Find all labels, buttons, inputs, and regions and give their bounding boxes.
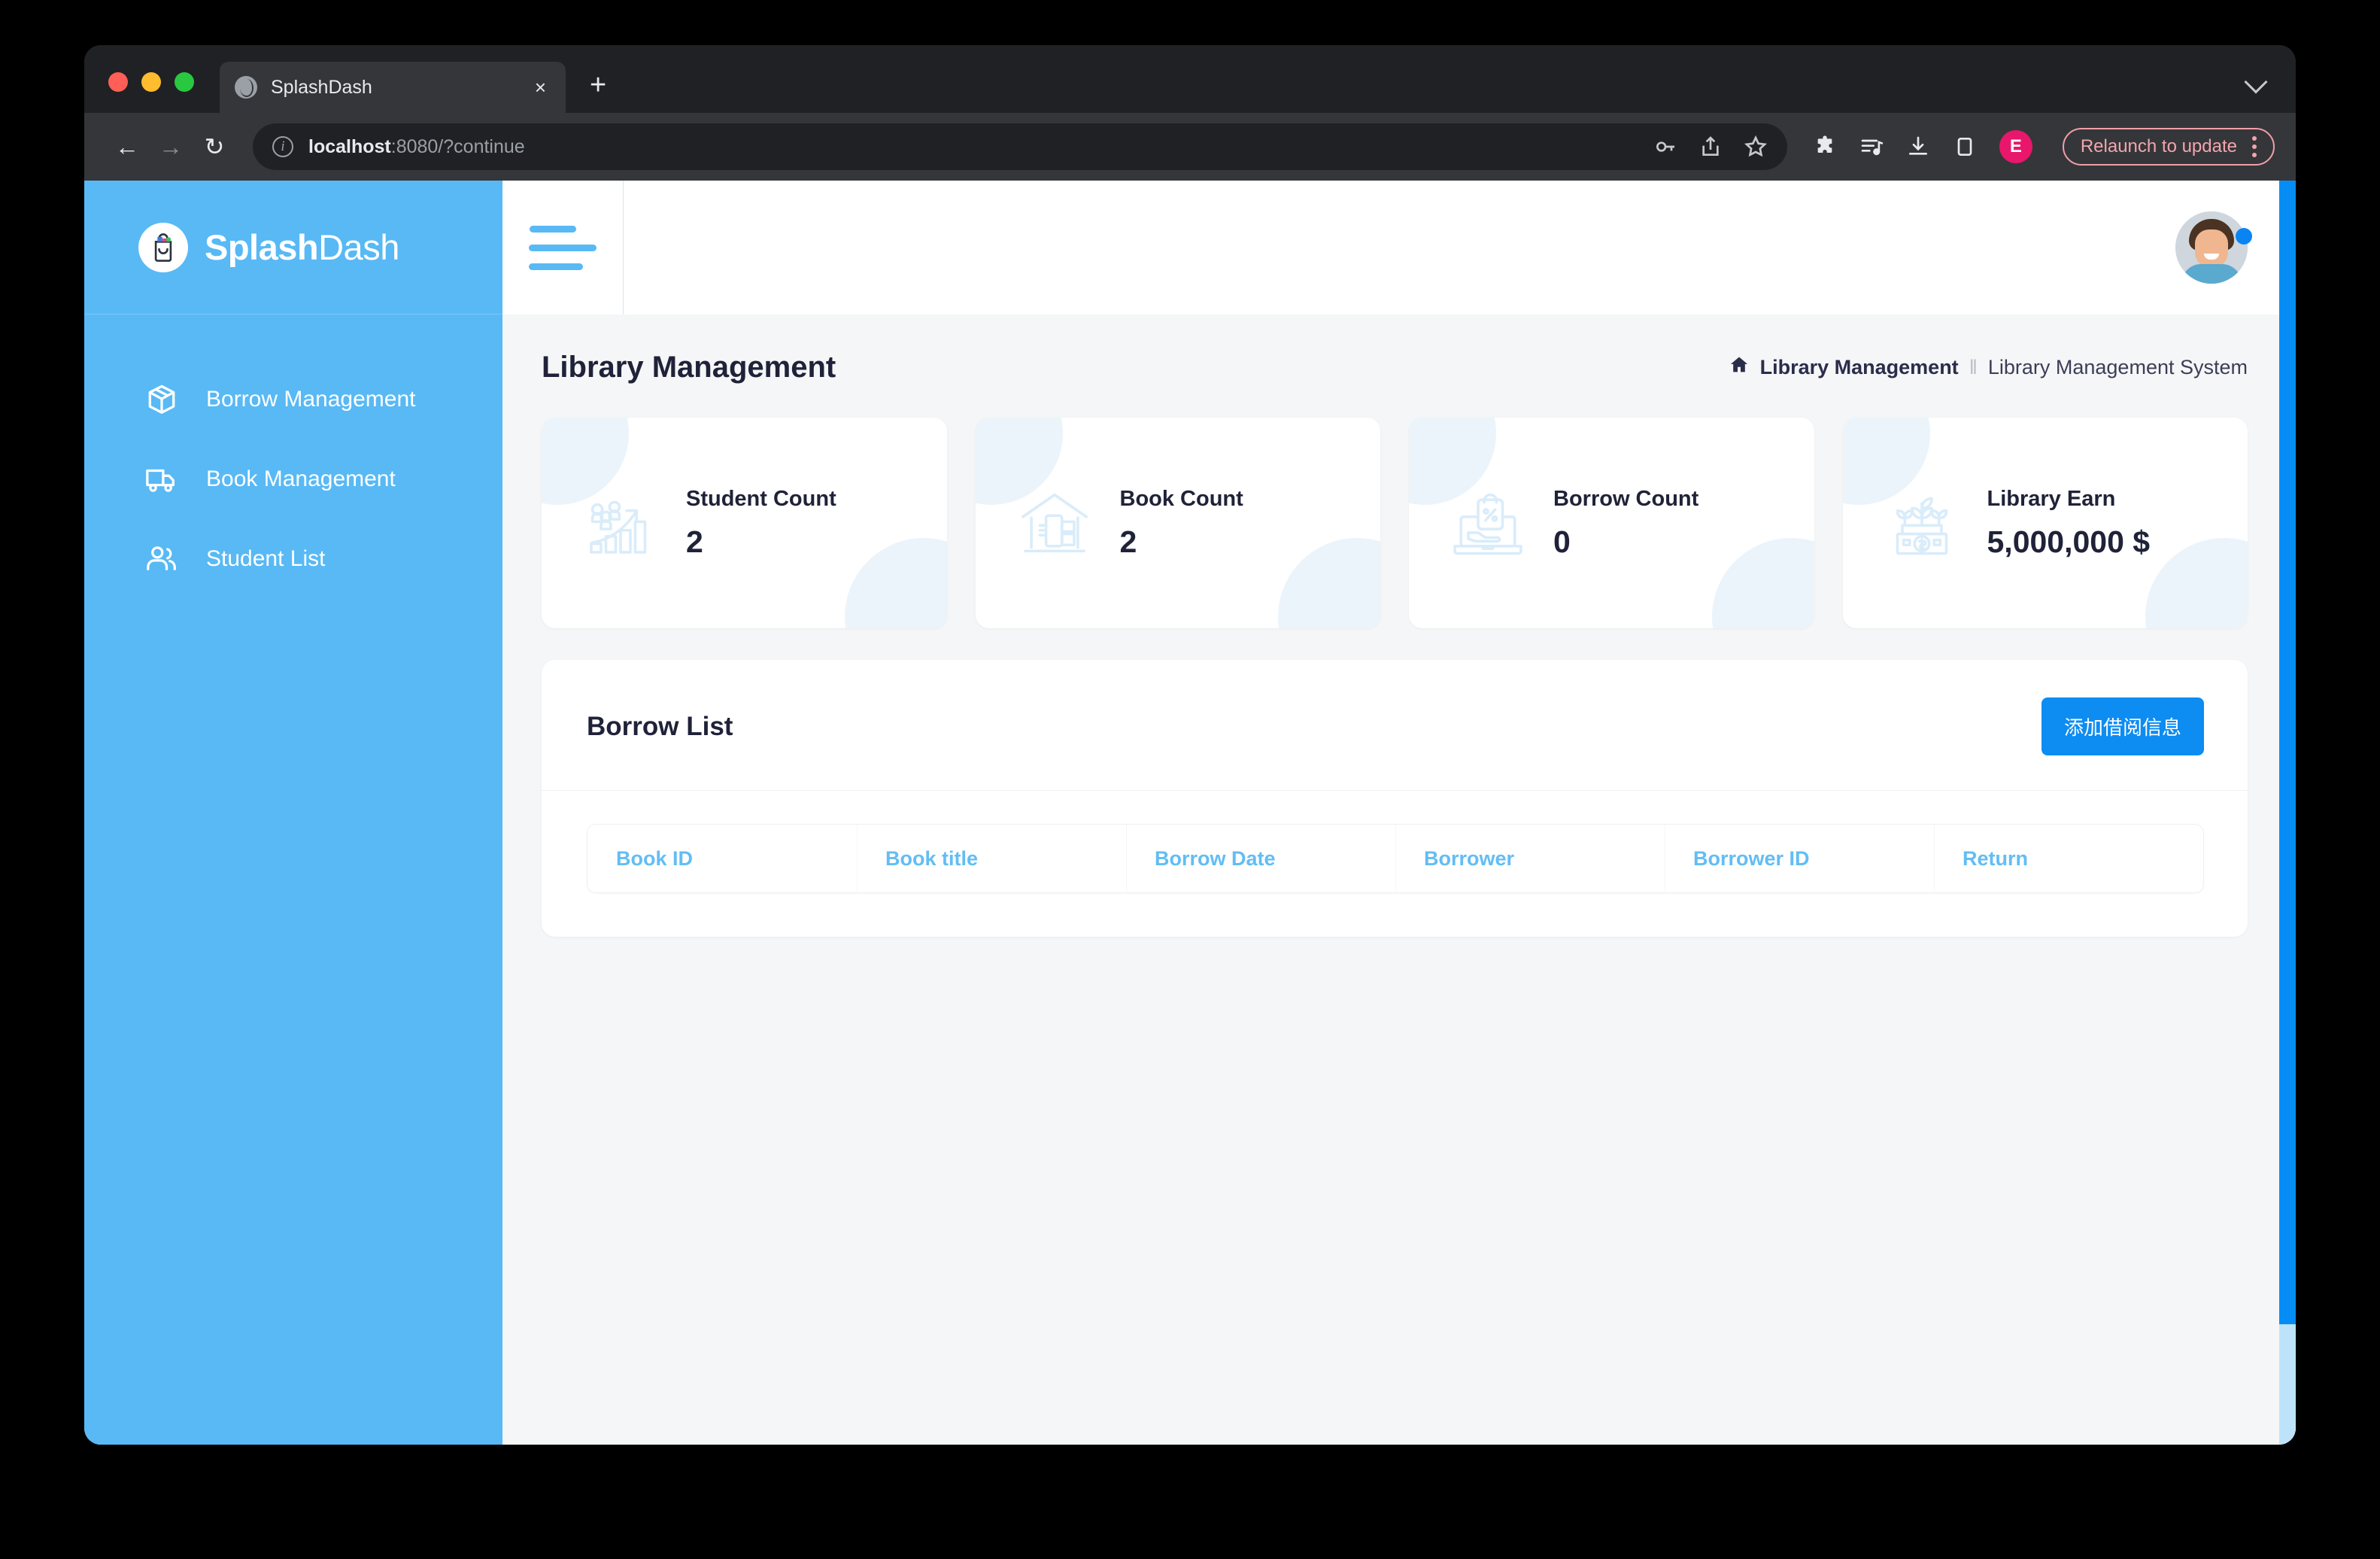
tab-strip: SplashDash × +: [84, 45, 2296, 113]
borrow-list-title: Borrow List: [587, 711, 733, 741]
sidebar-item-student-list[interactable]: Student List: [84, 519, 502, 599]
share-icon[interactable]: [1698, 135, 1723, 159]
download-icon[interactable]: [1906, 135, 1930, 159]
table-header-row: Book ID Book title Borrow Date Borrower …: [587, 824, 2204, 893]
window-controls[interactable]: [108, 72, 194, 92]
sidebar-item-label: Book Management: [206, 466, 396, 491]
stat-value: 5,000,000 $: [1987, 524, 2151, 559]
logo-light: Dash: [318, 227, 399, 267]
sidebar-item-borrow-management[interactable]: Borrow Management: [84, 360, 502, 439]
column-header-borrow-date[interactable]: Borrow Date: [1126, 825, 1395, 892]
stat-label: Library Earn: [1987, 486, 2116, 511]
page-viewport: SplashDash Borrow Management Book Manage…: [84, 181, 2296, 1445]
reading-list-icon[interactable]: [1859, 135, 1884, 159]
close-window-button[interactable]: [108, 72, 128, 92]
borrow-list-panel: Borrow List 添加借阅信息 Book ID Book title Bo…: [542, 660, 2248, 937]
breadcrumb-parent[interactable]: Library Management System: [1988, 356, 2248, 379]
breadcrumb-separator: ǁ: [1969, 356, 1978, 378]
sidebar-item-book-management[interactable]: Book Management: [84, 439, 502, 519]
reload-button[interactable]: ↻: [193, 132, 236, 161]
add-borrow-info-button[interactable]: 添加借阅信息: [2041, 697, 2204, 755]
globe-favicon-icon: [235, 76, 257, 99]
breadcrumb-current[interactable]: Library Management: [1760, 356, 1959, 379]
stat-label: Book Count: [1119, 486, 1243, 511]
topbar-divider: [623, 181, 624, 315]
app-topbar: [502, 181, 2296, 315]
stat-cards: Student Count 2 Book Count 2 Borrow Coun…: [542, 418, 2248, 628]
avatar[interactable]: [2175, 211, 2252, 284]
side-panel-icon[interactable]: [1953, 135, 1977, 159]
sidebar: SplashDash Borrow Management Book Manage…: [84, 181, 502, 1445]
laptop-shopping-bag-icon: [1439, 484, 1537, 562]
stat-label: Student Count: [686, 486, 836, 511]
stat-card-book-count: Book Count 2: [975, 418, 1380, 628]
new-tab-button[interactable]: +: [590, 71, 606, 99]
address-bar[interactable]: i localhost:8080/?continue: [253, 123, 1787, 170]
url-path: :8080/?continue: [390, 135, 525, 157]
tab-title: SplashDash: [271, 76, 372, 98]
stat-card-student-count: Student Count 2: [542, 418, 947, 628]
chrome-menu-icon[interactable]: [2252, 136, 2257, 157]
page-scrollbar[interactable]: [2279, 181, 2296, 1445]
avatar-image: [2175, 211, 2248, 284]
page-title: Library Management: [542, 351, 836, 384]
app-name: SplashDash: [205, 226, 399, 268]
browser-tab[interactable]: SplashDash ×: [220, 62, 566, 113]
main-area: Library Management Library Management ǁ …: [502, 181, 2296, 1445]
stat-card-library-earn: Library Earn 5,000,000 $: [1842, 418, 2248, 628]
toolbar-icons: E Relaunch to update: [1813, 128, 2275, 166]
growth-chart-people-icon: [572, 484, 669, 562]
breadcrumb: Library Management ǁ Library Management …: [1729, 354, 2248, 381]
stat-card-borrow-count: Borrow Count 0: [1409, 418, 1814, 628]
app-logo[interactable]: SplashDash: [84, 181, 502, 315]
page-content: Library Management Library Management ǁ …: [502, 315, 2296, 1445]
column-header-borrower-id[interactable]: Borrower ID: [1665, 825, 1934, 892]
chevron-down-icon[interactable]: [2244, 70, 2268, 94]
borrow-list-header: Borrow List 添加借阅信息: [542, 660, 2248, 791]
maximize-window-button[interactable]: [175, 72, 194, 92]
close-tab-icon[interactable]: ×: [530, 73, 551, 102]
library-house-book-icon: [1006, 484, 1103, 562]
url-text: localhost:8080/?continue: [308, 136, 525, 158]
home-icon[interactable]: [1729, 354, 1750, 381]
column-header-book-title[interactable]: Book title: [857, 825, 1126, 892]
star-icon[interactable]: [1744, 135, 1768, 159]
borrow-table: Book ID Book title Borrow Date Borrower …: [542, 791, 2248, 893]
relaunch-label: Relaunch to update: [2080, 136, 2237, 157]
hamburger-icon[interactable]: [502, 225, 623, 270]
forward-button[interactable]: →: [149, 133, 193, 161]
relaunch-to-update-button[interactable]: Relaunch to update: [2062, 128, 2275, 166]
page-header: Library Management Library Management ǁ …: [542, 351, 2248, 384]
key-icon[interactable]: [1653, 135, 1677, 159]
package-icon: [144, 382, 184, 417]
money-plant-icon: [1873, 484, 1971, 562]
sidebar-item-label: Student List: [206, 546, 326, 571]
truck-icon: [144, 462, 184, 497]
extensions-icon[interactable]: [1813, 135, 1837, 159]
stat-value: 0: [1553, 524, 1571, 559]
minimize-window-button[interactable]: [141, 72, 161, 92]
column-header-borrower[interactable]: Borrower: [1395, 825, 1665, 892]
logo-bold: Splash: [205, 227, 319, 267]
browser-toolbar: ← → ↻ i localhost:8080/?continue E Relau…: [84, 113, 2296, 181]
scrollbar-thumb[interactable]: [2279, 181, 2296, 1324]
shopping-bag-logo-icon: [138, 222, 188, 272]
status-badge: [2236, 228, 2252, 245]
profile-avatar[interactable]: E: [1999, 130, 2032, 163]
stat-label: Borrow Count: [1553, 486, 1699, 511]
column-header-book-id[interactable]: Book ID: [587, 825, 857, 892]
users-icon: [144, 542, 184, 576]
sidebar-item-label: Borrow Management: [206, 387, 416, 412]
sidebar-nav: Borrow Management Book Management Studen…: [84, 315, 502, 599]
site-info-icon[interactable]: i: [272, 136, 293, 157]
stat-value: 2: [1119, 524, 1137, 559]
column-header-return[interactable]: Return: [1934, 825, 2203, 892]
stat-value: 2: [686, 524, 703, 559]
browser-window: SplashDash × + ← → ↻ i localhost:8080/?c…: [84, 45, 2296, 1445]
url-host: localhost: [308, 135, 391, 157]
back-button[interactable]: ←: [105, 133, 149, 161]
